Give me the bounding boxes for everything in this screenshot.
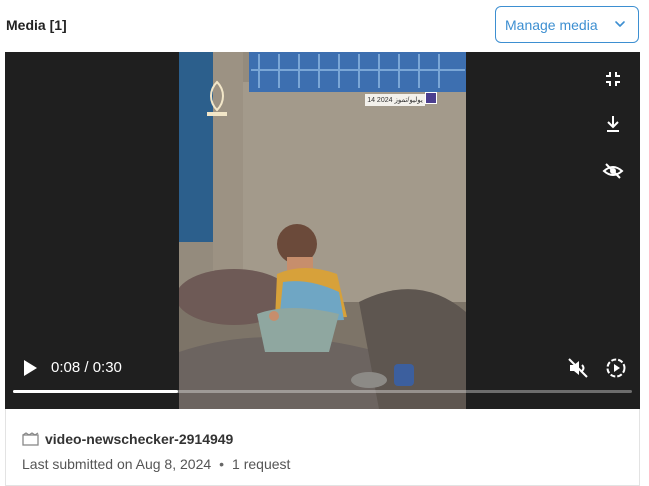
- download-icon[interactable]: [602, 113, 624, 135]
- last-submitted-text: Last submitted on Aug 8, 2024: [22, 456, 212, 472]
- progress-bar[interactable]: [13, 390, 632, 393]
- manage-media-label: Manage media: [505, 16, 598, 33]
- date-overlay-text: 14 يوليو/تموز 2024: [367, 97, 423, 104]
- playback-speed-icon[interactable]: [605, 357, 627, 379]
- media-info-card: video-newschecker-2914949 Last submitted…: [5, 409, 640, 486]
- eye-off-icon[interactable]: [602, 160, 624, 182]
- video-file-icon: [22, 432, 39, 446]
- video-frame: 14 يوليو/تموز 2024: [179, 52, 466, 409]
- meta-separator: •: [219, 456, 225, 472]
- date-overlay-badge: [425, 92, 437, 104]
- manage-media-button[interactable]: Manage media: [495, 6, 639, 43]
- video-player[interactable]: 14 يوليو/تموز 2024 0:08 / 0:30: [5, 52, 640, 409]
- volume-muted-icon[interactable]: [567, 357, 589, 379]
- chevron-down-icon: [615, 21, 625, 27]
- fullscreen-exit-icon[interactable]: [602, 68, 624, 90]
- file-name[interactable]: video-newschecker-2914949: [45, 431, 233, 447]
- progress-fill: [13, 390, 179, 393]
- play-icon[interactable]: [19, 357, 41, 379]
- request-count: 1 request: [232, 456, 291, 472]
- file-row: video-newschecker-2914949: [22, 431, 233, 447]
- channel-logo: [207, 80, 227, 116]
- media-header: Media [1] Manage media: [0, 0, 649, 50]
- time-display: 0:08 / 0:30: [51, 359, 122, 376]
- media-title: Media [1]: [6, 17, 67, 33]
- file-meta: Last submitted on Aug 8, 2024 • 1 reques…: [22, 456, 290, 472]
- date-overlay-tag: 14 يوليو/تموز 2024: [365, 94, 425, 106]
